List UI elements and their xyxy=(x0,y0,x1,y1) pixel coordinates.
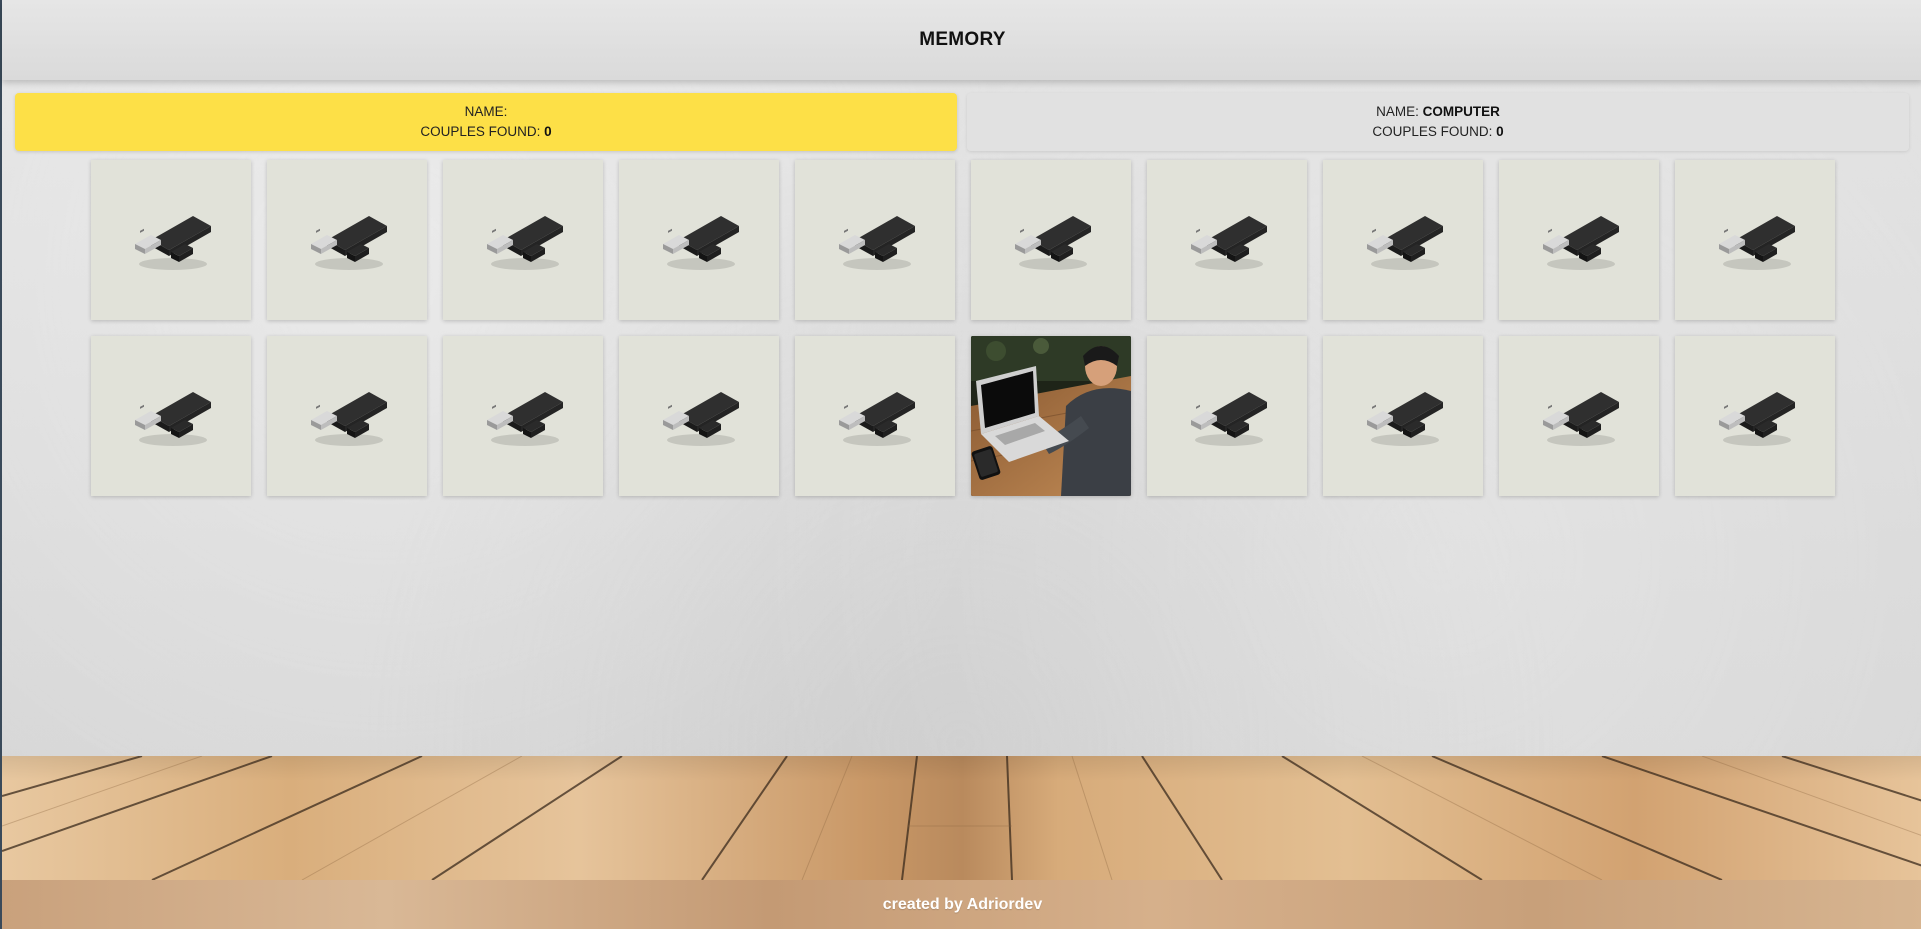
player-two-name-label: NAME: xyxy=(1376,104,1419,119)
memory-card[interactable] xyxy=(267,160,427,320)
usb-drive-icon xyxy=(487,392,563,446)
memory-card[interactable] xyxy=(267,336,427,496)
header-bar: MEMORY xyxy=(2,0,1921,80)
player-one-name-line: NAME: xyxy=(465,102,508,122)
usb-drive-icon xyxy=(487,216,563,270)
memory-card[interactable] xyxy=(91,336,251,496)
player-two-name-line: NAME: COMPUTER xyxy=(1376,102,1500,122)
player-two-panel: NAME: COMPUTER COUPLES FOUND: 0 xyxy=(967,93,1909,151)
player-two-name: COMPUTER xyxy=(1422,104,1500,119)
usb-drive-icon xyxy=(1367,216,1443,270)
memory-card[interactable] xyxy=(1323,336,1483,496)
player-one-score: 0 xyxy=(544,124,552,139)
usb-drive-icon xyxy=(663,216,739,270)
usb-drive-icon xyxy=(839,216,915,270)
memory-card[interactable] xyxy=(1147,160,1307,320)
players-panel: NAME: COUPLES FOUND: 0 NAME: COMPUTER CO… xyxy=(15,93,1909,151)
usb-drive-icon xyxy=(1543,216,1619,270)
memory-card[interactable] xyxy=(971,160,1131,320)
memory-card[interactable] xyxy=(1147,336,1307,496)
usb-drive-icon xyxy=(1015,216,1091,270)
player-one-score-label: COUPLES FOUND: xyxy=(420,124,541,139)
memory-card[interactable] xyxy=(1499,160,1659,320)
usb-drive-icon xyxy=(311,392,387,446)
person-laptop-photo xyxy=(971,336,1131,496)
usb-drive-icon xyxy=(839,392,915,446)
memory-card[interactable] xyxy=(1323,160,1483,320)
usb-drive-icon xyxy=(135,392,211,446)
memory-card[interactable] xyxy=(619,336,779,496)
usb-drive-icon xyxy=(663,392,739,446)
player-two-score-label: COUPLES FOUND: xyxy=(1372,124,1493,139)
usb-drive-icon xyxy=(135,216,211,270)
player-one-name-label: NAME: xyxy=(464,104,508,119)
floor-planks-decoration xyxy=(2,756,1921,880)
usb-drive-icon xyxy=(1719,216,1795,270)
player-one-score-line: COUPLES FOUND: 0 xyxy=(420,122,551,142)
memory-card[interactable] xyxy=(1675,160,1835,320)
usb-drive-icon xyxy=(1367,392,1443,446)
memory-board xyxy=(91,160,1836,496)
memory-card[interactable] xyxy=(443,336,603,496)
player-two-score-line: COUPLES FOUND: 0 xyxy=(1372,122,1503,142)
usb-drive-icon xyxy=(1191,392,1267,446)
usb-drive-icon xyxy=(1543,392,1619,446)
memory-card[interactable] xyxy=(795,336,955,496)
memory-card[interactable] xyxy=(619,160,779,320)
memory-card[interactable] xyxy=(1499,336,1659,496)
memory-card[interactable] xyxy=(443,160,603,320)
usb-drive-icon xyxy=(311,216,387,270)
player-two-score: 0 xyxy=(1496,124,1504,139)
memory-card[interactable] xyxy=(91,160,251,320)
footer-bar: created by Adriordev xyxy=(2,880,1921,929)
wood-floor-background xyxy=(2,756,1921,880)
game-title: MEMORY xyxy=(919,29,1006,50)
usb-drive-icon xyxy=(1191,216,1267,270)
usb-drive-icon xyxy=(1719,392,1795,446)
memory-card-revealed[interactable] xyxy=(971,336,1131,496)
memory-card[interactable] xyxy=(1675,336,1835,496)
player-one-panel: NAME: COUPLES FOUND: 0 xyxy=(15,93,957,151)
memory-card[interactable] xyxy=(795,160,955,320)
footer-credit: created by Adriordev xyxy=(882,895,1043,913)
